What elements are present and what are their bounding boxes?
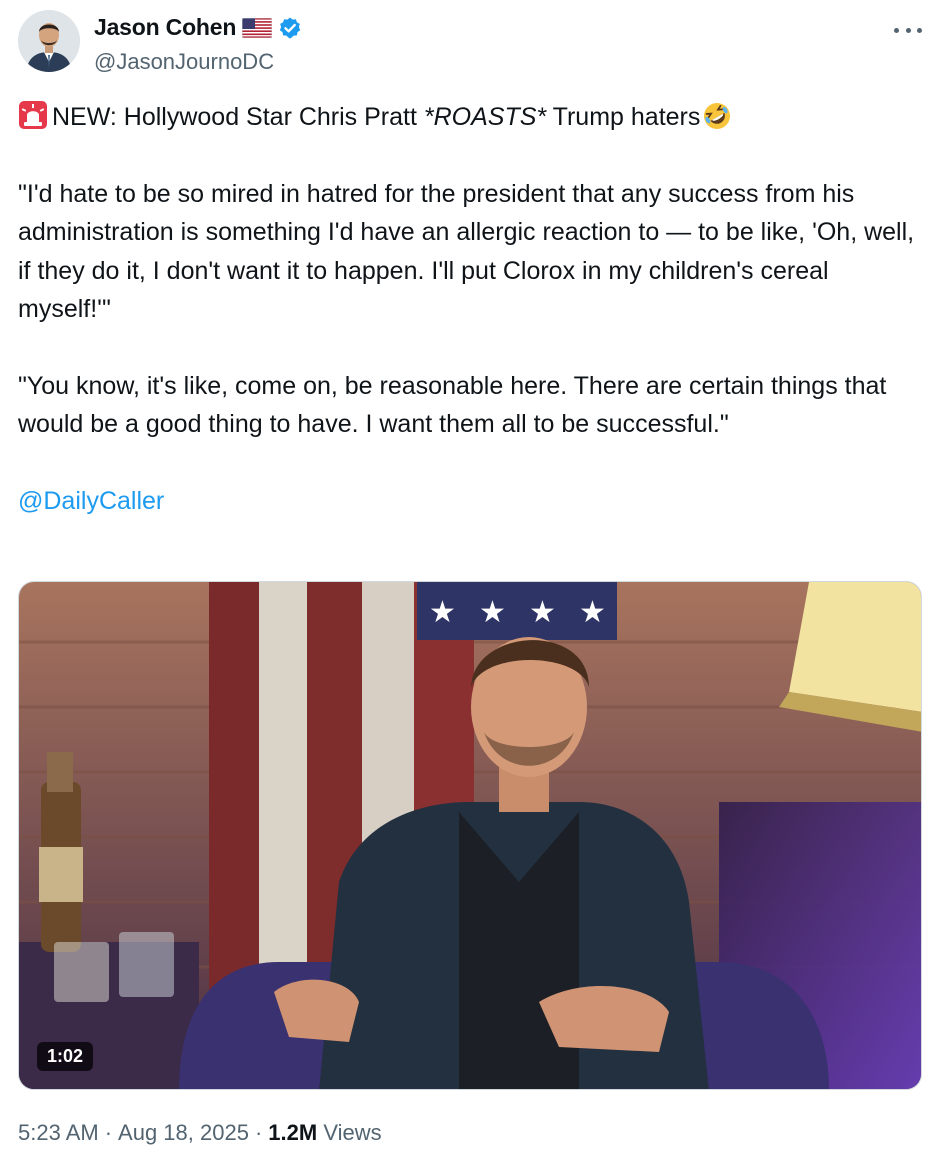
rolling-laughing-emoji-icon: [704, 103, 731, 129]
views-label: Views: [323, 1120, 382, 1145]
svg-text:★: ★: [429, 595, 456, 630]
more-options-button[interactable]: [894, 20, 922, 40]
svg-text:★: ★: [579, 595, 606, 630]
meta-separator: ·: [104, 1120, 113, 1145]
tweet-text: NEW: Hollywood Star Chris Pratt *ROASTS*…: [18, 98, 928, 520]
tweet-time[interactable]: 5:23 AM: [18, 1120, 99, 1146]
headline-emphasis: *ROASTS*: [423, 103, 547, 131]
tweet-quote-1: "I'd hate to be so mired in hatred for t…: [18, 179, 915, 324]
verified-badge-icon[interactable]: [278, 16, 302, 40]
author-handle[interactable]: @JasonJournoDC: [94, 49, 274, 75]
svg-text:★: ★: [529, 595, 556, 630]
views[interactable]: 1.2M Views: [268, 1120, 381, 1146]
tweet-card: Jason Cohen @JasonJournoDC NEW: Hollywoo…: [0, 0, 944, 1168]
tweet-headline: NEW: Hollywood Star Chris Pratt *ROASTS*…: [18, 98, 928, 137]
meta-separator: ·: [254, 1120, 263, 1145]
siren-emoji-icon: [19, 101, 47, 129]
mention-link[interactable]: @DailyCaller: [18, 482, 928, 521]
more-dot-icon: [905, 27, 911, 33]
tweet-date[interactable]: Aug 18, 2025: [118, 1120, 249, 1146]
views-count: 1.2M: [268, 1120, 318, 1145]
video-player[interactable]: ★ ★ ★ ★ 1:02: [18, 581, 922, 1090]
more-dot-icon: [917, 27, 922, 33]
us-flag-icon: [242, 17, 273, 38]
video-thumbnail: ★ ★ ★ ★: [19, 582, 921, 1089]
video-duration: 1:02: [37, 1042, 94, 1071]
headline-suffix: Trump haters: [546, 103, 701, 131]
author-avatar[interactable]: [18, 10, 80, 72]
tweet-meta: 5:23 AM · Aug 18, 2025 · 1.2M Views: [18, 1120, 382, 1146]
more-dot-icon: [894, 27, 899, 33]
svg-text:★: ★: [479, 595, 506, 630]
author-display-name[interactable]: Jason Cohen: [94, 14, 236, 41]
mention-daily-caller[interactable]: @DailyCaller: [18, 487, 164, 515]
author-name-row: Jason Cohen: [94, 14, 302, 41]
tweet-quote-2: "You know, it's like, come on, be reason…: [18, 371, 887, 439]
avatar-image: [18, 10, 80, 72]
headline-text: NEW: Hollywood Star Chris Pratt: [52, 103, 424, 131]
